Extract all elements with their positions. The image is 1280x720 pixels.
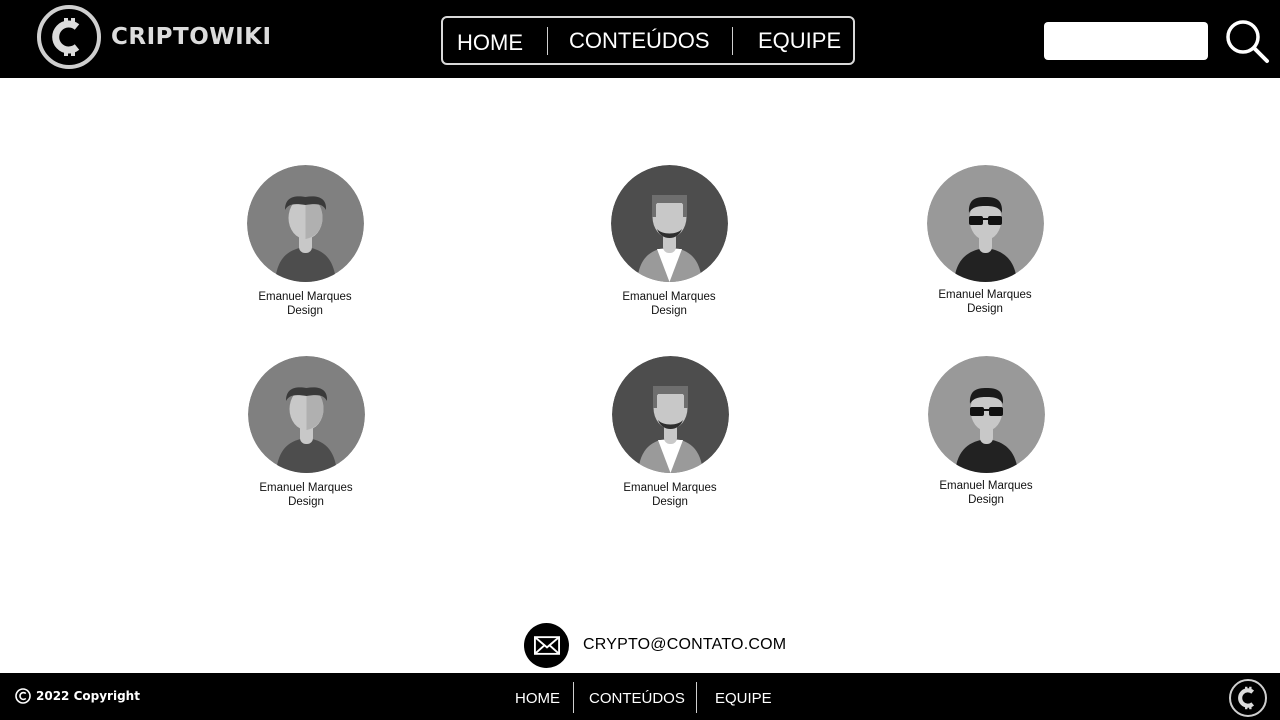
avatar-beard-icon [611, 356, 729, 473]
team-member-card: Emanuel Marques Design [226, 356, 386, 509]
footer-nav-home[interactable]: HOME [503, 688, 573, 707]
member-name: Emanuel Marques [258, 291, 352, 303]
brand-name: CRIPTOWIKI [111, 24, 272, 50]
nav-conteudos[interactable]: CONTEÚDOS [548, 18, 732, 63]
member-role: Design [288, 496, 324, 508]
team-member-card: Emanuel Marques Design [906, 356, 1066, 507]
copyright-text: 2022 Copyright [36, 689, 140, 703]
member-role: Design [651, 305, 687, 317]
member-name: Emanuel Marques [622, 291, 716, 303]
avatar-sunglasses-icon [927, 356, 1045, 473]
member-name: Emanuel Marques [938, 289, 1032, 301]
copyright-icon [15, 688, 31, 704]
member-role: Design [287, 305, 323, 317]
contact-email[interactable]: CRYPTO@CONTATO.COM [583, 636, 786, 654]
team-member-card: Emanuel Marques Design [905, 165, 1065, 316]
member-role: Design [967, 303, 1003, 315]
member-role: Design [968, 494, 1004, 506]
footer-nav-equipe[interactable]: EQUIPE [697, 688, 787, 707]
footer-nav-conteudos[interactable]: CONTEÚDOS [574, 688, 696, 707]
copyright: 2022 Copyright [15, 688, 140, 704]
member-name: Emanuel Marques [623, 482, 717, 494]
search-icon[interactable] [1224, 18, 1270, 64]
header: CRIPTOWIKI HOME CONTEÚDOS EQUIPE [0, 0, 1280, 78]
contact-info: CRYPTO@CONTATO.COM [524, 622, 786, 668]
team-member-card: Emanuel Marques Design [225, 165, 385, 318]
search-input[interactable] [1044, 22, 1208, 60]
avatar-short-hair-icon [246, 165, 364, 282]
footer: 2022 Copyright HOME CONTEÚDOS EQUIPE [0, 673, 1280, 720]
team-member-card: Emanuel Marques Design [589, 165, 749, 318]
brand-logo[interactable]: CRIPTOWIKI [37, 5, 277, 69]
avatar-sunglasses-icon [926, 165, 1044, 282]
mail-icon[interactable] [524, 622, 569, 668]
member-role: Design [652, 496, 688, 508]
avatar-beard-icon [610, 165, 728, 282]
nav-equipe[interactable]: EQUIPE [733, 18, 853, 63]
nav-home[interactable]: HOME [443, 18, 547, 63]
cent-coin-icon [37, 5, 101, 69]
team-member-card: Emanuel Marques Design [590, 356, 750, 509]
member-name: Emanuel Marques [259, 482, 353, 494]
main-nav: HOME CONTEÚDOS EQUIPE [441, 16, 855, 65]
member-name: Emanuel Marques [939, 480, 1033, 492]
footer-cent-coin-icon[interactable] [1229, 679, 1267, 717]
avatar-short-hair-icon [247, 356, 365, 473]
footer-nav: HOME CONTEÚDOS EQUIPE [503, 682, 787, 713]
